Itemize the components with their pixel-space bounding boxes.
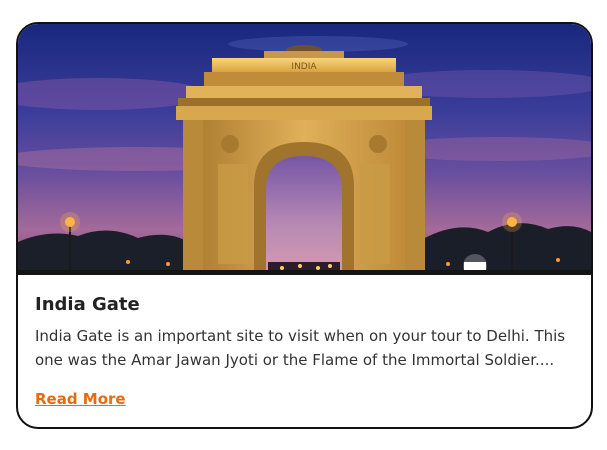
card-description: India Gate is an important site to visit…	[35, 327, 566, 369]
india-gate-monument: INDIA	[176, 45, 432, 275]
card-title: India Gate	[35, 294, 140, 315]
read-more-link[interactable]: Read More	[35, 390, 126, 408]
place-card: INDIA India Gate India Gate is an import…	[16, 22, 593, 429]
gate-inscription: INDIA	[291, 62, 317, 72]
india-gate-image: INDIA	[18, 24, 591, 275]
